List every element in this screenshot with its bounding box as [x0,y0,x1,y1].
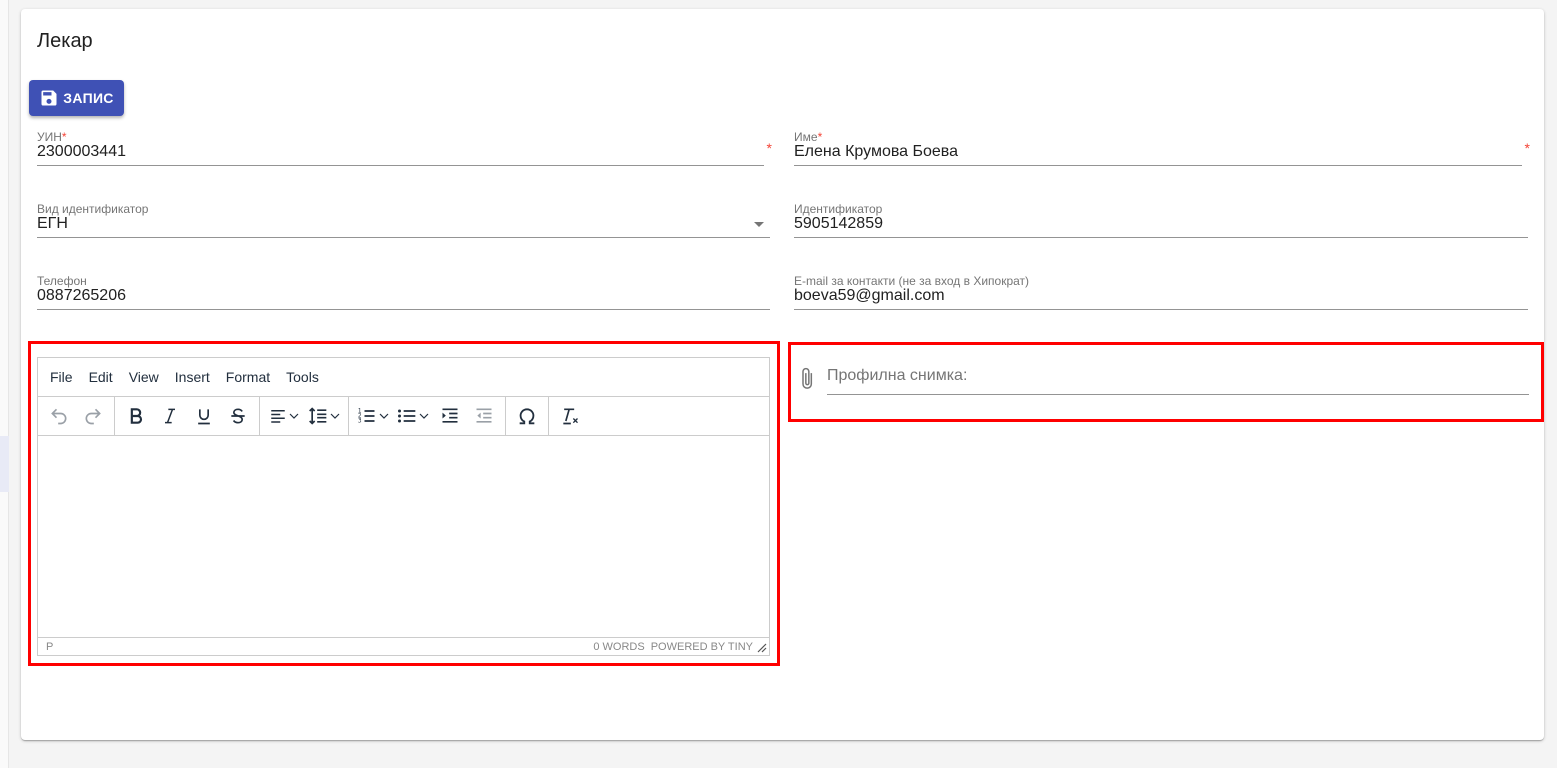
profile-photo-underline [827,394,1529,395]
menu-tools[interactable]: Tools [278,369,327,385]
email-field[interactable]: E-mail за контакти (не за вход в Хипокра… [794,274,1528,314]
paragraph-group [260,397,349,435]
underline-icon [198,409,210,425]
chevron-down-icon [330,413,340,419]
indent-button[interactable] [433,399,467,433]
clear-group [549,397,591,435]
identifier-label: Идентификатор [794,202,883,216]
chevron-down-icon [419,413,429,419]
name-input[interactable]: Елена Крумова Боева [794,143,958,161]
italic-icon [165,408,175,424]
uin-required-asterisk: * [61,130,67,144]
menu-insert[interactable]: Insert [167,369,218,385]
email-underline [794,309,1528,310]
redo-icon [85,408,101,425]
id-type-label: Вид идентификатор [37,202,149,216]
id-type-value[interactable]: ЕГН [37,215,68,233]
special-character-icon [519,408,535,425]
clear-formatting-icon [563,408,578,425]
paperclip-icon[interactable] [798,366,818,392]
text-style-group [115,397,260,435]
name-label: Име [794,130,818,144]
chevron-down-icon [289,413,299,419]
underline-button[interactable] [187,399,221,433]
uin-label: УИН [37,130,62,144]
save-button[interactable]: ЗАПИС [29,80,124,116]
menu-file[interactable]: File [42,369,81,385]
identifier-underline [794,237,1528,238]
bullet-list-icon [398,409,416,423]
save-icon [41,90,57,106]
undo-button[interactable] [42,399,76,433]
id-type-underline [37,237,770,238]
line-height-dropdown[interactable] [304,399,344,433]
uin-required-marker: * [766,140,772,156]
identifier-input[interactable]: 5905142859 [794,215,883,233]
clear-formatting-button[interactable] [553,399,587,433]
undo-icon [51,408,67,425]
resize-handle-icon[interactable] [757,643,767,653]
save-button-label: ЗАПИС [63,90,114,106]
phone-field[interactable]: Телефон 0887265206 [37,274,770,314]
dropdown-arrow-icon[interactable] [754,222,764,227]
rich-text-editor: File Edit View Insert Format Tools 1 2 3… [37,357,770,656]
list-group: 123 [349,397,506,435]
uin-underline [37,165,764,166]
id-type-select[interactable]: Вид идентификатор ЕГН [37,202,770,242]
numbered-list-dropdown[interactable]: 123 [353,399,393,433]
redo-button[interactable] [76,399,110,433]
profile-photo-upload[interactable]: Профилна снимка: [794,361,1529,401]
menu-view[interactable]: View [121,369,167,385]
email-input[interactable]: boeva59@gmail.com [794,287,945,305]
bullet-list-dropdown[interactable] [393,399,433,433]
editor-menubar: File Edit View Insert Format Tools [38,358,769,396]
line-height-icon [309,407,327,425]
chevron-down-icon [379,413,389,419]
email-label: E-mail за контакти (не за вход в Хипокра… [794,274,1030,288]
uin-field[interactable]: УИН* 2300003441 * [37,130,772,170]
numbered-list-icon: 123 [358,409,375,425]
bold-icon [130,408,142,424]
outdent-icon [476,408,492,423]
editor-content-area[interactable] [38,436,769,636]
indent-icon [442,408,458,423]
svg-text:3: 3 [358,419,362,425]
outdent-button[interactable] [467,399,501,433]
italic-button[interactable] [153,399,187,433]
powered-by-link[interactable]: POWERED BY TINY [651,641,753,653]
editor-statusbar: P 0 WORDS POWERED BY TINY [38,637,769,655]
name-required-marker: * [1524,140,1530,156]
bold-button[interactable] [119,399,153,433]
uin-input[interactable]: 2300003441 [37,143,126,161]
strikethrough-icon [231,408,245,424]
name-field[interactable]: Име* Елена Крумова Боева * [794,130,1530,170]
profile-photo-label: Профилна снимка: [827,367,968,384]
name-underline [794,165,1522,166]
doctor-form-card: Лекар ЗАПИС УИН* 2300003441 * Име* Елена… [21,9,1544,740]
phone-label: Телефон [37,274,87,288]
phone-input[interactable]: 0887265206 [37,287,126,305]
align-dropdown[interactable] [264,399,304,433]
menu-edit[interactable]: Edit [81,369,121,385]
editor-toolbar: 123 [38,396,769,436]
align-icon [271,410,285,423]
insert-group [506,397,549,435]
identifier-field[interactable]: Идентификатор 5905142859 [794,202,1528,242]
name-required-asterisk: * [817,130,823,144]
special-character-button[interactable] [510,399,544,433]
history-group [38,397,115,435]
strikethrough-button[interactable] [221,399,255,433]
page-title: Лекар [37,30,93,52]
menu-format[interactable]: Format [218,369,278,385]
word-count[interactable]: 0 WORDS [593,641,644,653]
phone-underline [37,309,770,310]
element-path[interactable]: P [46,641,53,653]
side-nav-strip [0,0,9,768]
side-nav-selected-item[interactable] [0,436,9,492]
